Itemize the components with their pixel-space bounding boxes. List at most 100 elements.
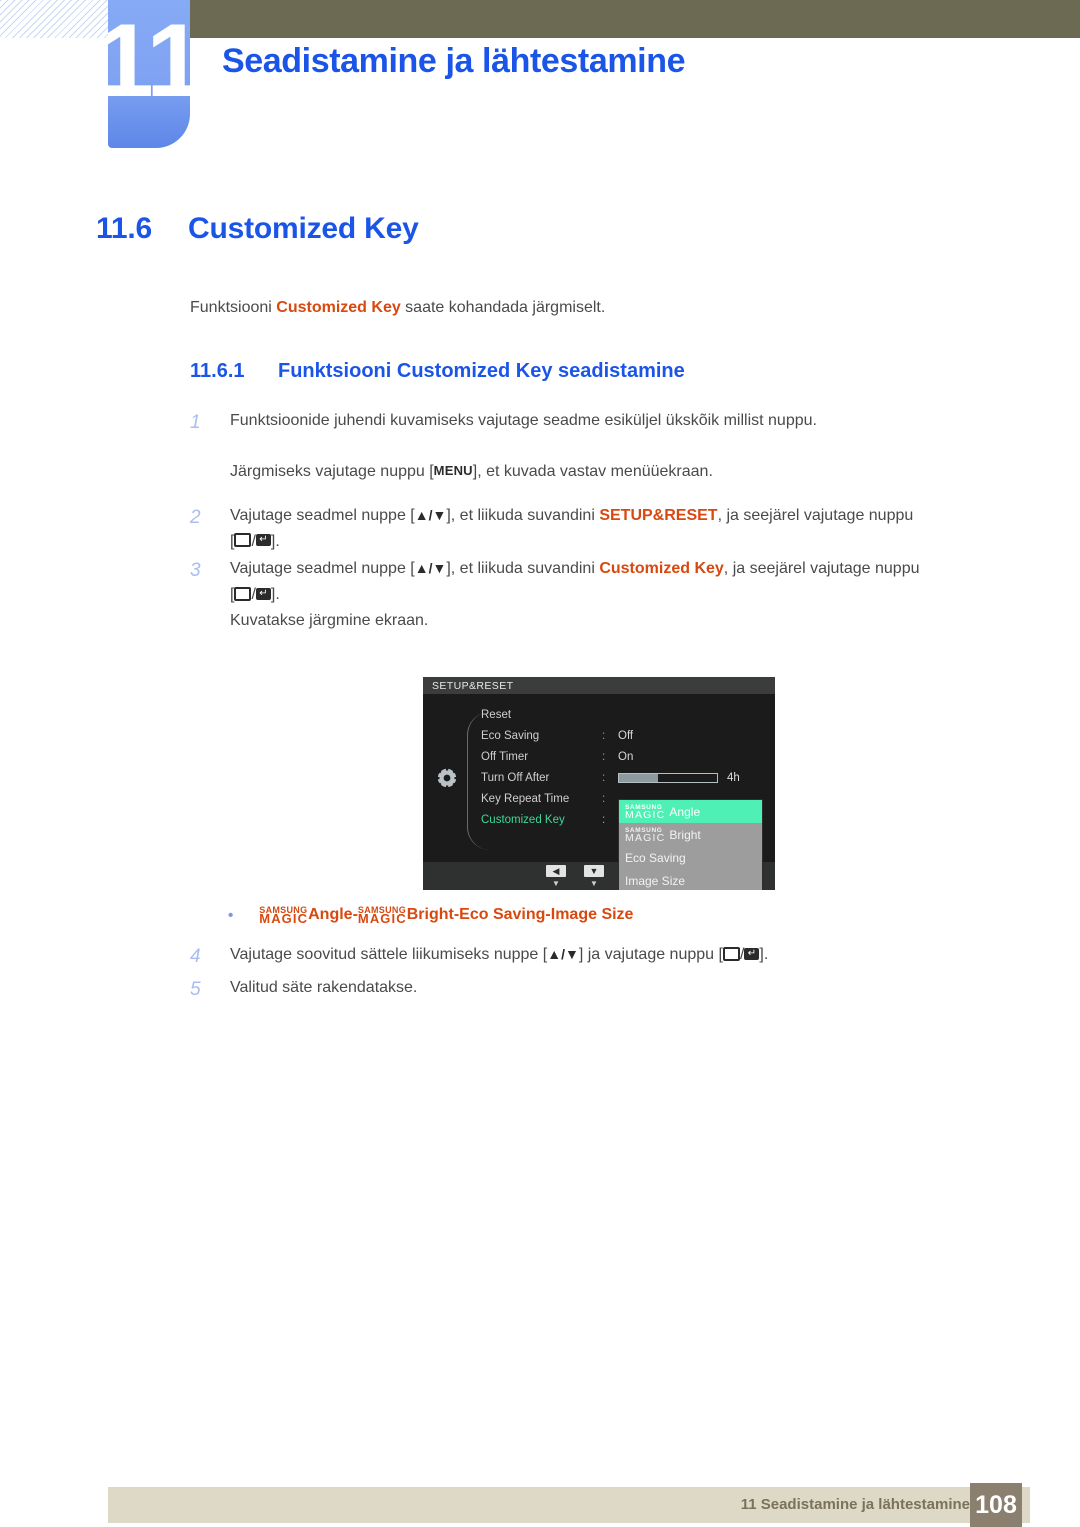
osd-menu-screenshot: SETUP&RESET Reset Eco Saving: Off Off T… bbox=[423, 677, 775, 890]
enter-key-icon: ↵ bbox=[744, 947, 760, 960]
step-3-bracket-close: ]. bbox=[270, 586, 280, 604]
osd-label: Customized Key bbox=[481, 813, 565, 826]
footer-chapter-label: 11 Seadistamine ja lähtestamine bbox=[740, 1496, 970, 1513]
step-2-key-line: [/ ↵]. bbox=[230, 529, 1010, 555]
dropdown-item-eco-saving[interactable]: Eco Saving bbox=[619, 846, 762, 869]
step-2-bracket-close: ]. bbox=[270, 532, 280, 550]
step-item-3: 3 Vajutage seadmel nuppe [▲/▼], et liiku… bbox=[190, 556, 1010, 634]
step-text-1: Funktsioonide juhendi kuvamiseks vajutag… bbox=[230, 412, 817, 429]
dropdown-item-magic-angle[interactable]: SAMSUNG MAGIC Angle bbox=[619, 800, 762, 823]
osd-body: Reset Eco Saving : Off Off Timer : On Tu… bbox=[423, 694, 775, 890]
section-heading: 11.6 Customized Key bbox=[96, 212, 419, 246]
chapter-title: Seadistamine ja lähtestamine bbox=[222, 42, 686, 80]
dropdown-item-label: Bright bbox=[669, 827, 701, 842]
dropdown-item-label: Image Size bbox=[625, 873, 686, 888]
step-4-a: Vajutage soovitud sättele liikumiseks nu… bbox=[230, 946, 548, 963]
step-3-keyword: Customized Key bbox=[599, 560, 724, 578]
note-item-image-size: Image Size bbox=[550, 906, 634, 924]
note-item-eco-saving: Eco Saving bbox=[459, 906, 546, 924]
step-number-1: 1 bbox=[190, 412, 201, 433]
step-3-a: Vajutage seadmel nuppe [ bbox=[230, 560, 415, 578]
step-number-4: 4 bbox=[190, 946, 201, 967]
step-3-c: , ja seejärel vajutage nuppu bbox=[723, 560, 920, 578]
up-down-arrow-icon: ▲/▼ bbox=[414, 560, 447, 577]
magic-bottom-text: MAGIC bbox=[625, 808, 666, 821]
gear-icon bbox=[435, 766, 459, 790]
dropdown-item-magic-bright[interactable]: SAMSUNG MAGIC Bright bbox=[619, 823, 762, 846]
dropdown-item-label: Eco Saving bbox=[625, 850, 686, 865]
step-1-note: Järgmiseks vajutage nuppu [MENU], et kuv… bbox=[230, 459, 1010, 485]
step-number-5: 5 bbox=[190, 978, 201, 1000]
intro-text-after: saate kohandada järgmiselt. bbox=[400, 299, 606, 316]
step-text-5: Valitud säte rakendatakse. bbox=[230, 978, 418, 996]
samsung-magic-logo: SAMSUNG MAGIC bbox=[625, 804, 666, 821]
dropdown-item-label: Angle bbox=[669, 804, 701, 819]
step-2-a: Vajutage seadmel nuppe [ bbox=[230, 506, 415, 524]
menu-key-label: MENU bbox=[433, 462, 473, 478]
step-3-b: ], et liikuda suvandini bbox=[446, 560, 600, 578]
step-2-b: ], et liikuda suvandini bbox=[446, 506, 600, 524]
enter-key-icon: ↵ bbox=[255, 588, 271, 601]
osd-button-left[interactable]: ◀ ▼ bbox=[537, 865, 575, 888]
chapter-number: 11 bbox=[108, 3, 190, 119]
intro-text-before: Funktsiooni bbox=[190, 299, 277, 316]
source-box-icon bbox=[234, 533, 252, 548]
steps-list-top: 1 Funktsioonide juhendi kuvamiseks vajut… bbox=[190, 408, 1010, 636]
bullet-dot-icon: • bbox=[228, 906, 234, 924]
magic-bottom-text: MAGIC bbox=[357, 911, 407, 927]
subsection-title: Funktsiooni Customized Key seadistamine bbox=[278, 360, 685, 382]
button-tick-icon: ▼ bbox=[552, 879, 560, 888]
osd-label: Reset bbox=[481, 708, 512, 721]
section-number: 11.6 bbox=[96, 212, 152, 245]
enter-key-icon: ↵ bbox=[255, 534, 271, 547]
note-item-bright: Bright bbox=[406, 906, 454, 924]
step-item-1: 1 Funktsioonide juhendi kuvamiseks vajut… bbox=[190, 408, 1010, 439]
step-3-key-line: [/ ↵]. bbox=[230, 582, 1010, 608]
header-olive-bar bbox=[190, 0, 1080, 38]
samsung-magic-logo-2: SAMSUNG MAGIC bbox=[357, 905, 407, 927]
osd-slider-wrap[interactable]: 4h bbox=[618, 772, 740, 784]
step-spacer bbox=[190, 441, 1010, 459]
osd-title-bar: SETUP&RESET bbox=[423, 677, 775, 694]
step-4-b: ] ja vajutage nuppu [ bbox=[578, 946, 723, 963]
step-item-2: 2 Vajutage seadmel nuppe [▲/▼], et liiku… bbox=[190, 503, 1010, 555]
step-text-2: Vajutage seadmel nuppe [▲/▼], et liikuda… bbox=[230, 503, 1010, 555]
note-item-angle: Angle bbox=[308, 906, 353, 924]
step-spacer bbox=[190, 485, 1010, 503]
dropdown-item-image-size[interactable]: Image Size bbox=[619, 869, 762, 890]
step-2-c: , ja seejärel vajutage nuppu bbox=[717, 506, 914, 524]
section-title: Customized Key bbox=[188, 212, 419, 245]
header-hatch-decoration bbox=[0, 0, 112, 38]
osd-button-down[interactable]: ▼ ▼ bbox=[575, 865, 613, 888]
up-down-arrow-icon: ▲/▼ bbox=[547, 946, 579, 962]
turn-off-after-slider[interactable] bbox=[618, 772, 718, 783]
source-box-icon bbox=[722, 946, 740, 961]
step-number-3: 3 bbox=[190, 560, 201, 582]
samsung-magic-logo-1: SAMSUNG MAGIC bbox=[259, 905, 309, 927]
step-number-2: 2 bbox=[190, 506, 201, 528]
steps-list-bottom: 4 Vajutage soovitud sättele liikumiseks … bbox=[190, 942, 1010, 1008]
osd-colon: : bbox=[602, 771, 606, 784]
osd-colon: : bbox=[602, 750, 606, 763]
step-item-4: 4 Vajutage soovitud sättele liikumiseks … bbox=[190, 942, 1010, 973]
subsection-number: 11.6.1 bbox=[190, 360, 245, 382]
magic-options-note: • SAMSUNG MAGIC Angle - SAMSUNG MAGIC Br… bbox=[228, 905, 634, 927]
customized-key-dropdown[interactable]: SAMSUNG MAGIC Angle SAMSUNG MAGIC Bright… bbox=[619, 800, 762, 890]
step-2-keyword: SETUP&RESET bbox=[599, 506, 718, 524]
step-3-note: Kuvatakse järgmine ekraan. bbox=[230, 612, 429, 630]
step-item-5: 5 Valitud säte rakendatakse. bbox=[190, 975, 1010, 1006]
subsection-heading: 11.6.1 Funktsiooni Customized Key seadis… bbox=[190, 360, 685, 383]
up-down-arrow-icon: ▲/▼ bbox=[414, 506, 447, 523]
osd-value: 4h bbox=[727, 771, 740, 784]
osd-row-reset[interactable]: Reset bbox=[481, 704, 773, 725]
magic-bottom-text: MAGIC bbox=[259, 911, 309, 927]
osd-row-off-timer[interactable]: Off Timer : On bbox=[481, 746, 773, 767]
page-number-box: 108 bbox=[970, 1483, 1022, 1527]
osd-label: Turn Off After bbox=[481, 771, 550, 784]
osd-colon: : bbox=[602, 792, 606, 805]
source-box-icon bbox=[234, 587, 252, 602]
osd-row-eco-saving[interactable]: Eco Saving : Off bbox=[481, 725, 773, 746]
osd-row-turn-off-after[interactable]: Turn Off After : 4h bbox=[481, 767, 773, 788]
step-text-3: Vajutage seadmel nuppe [▲/▼], et liikuda… bbox=[230, 556, 1010, 634]
intro-keyword: Customized Key bbox=[276, 299, 401, 316]
